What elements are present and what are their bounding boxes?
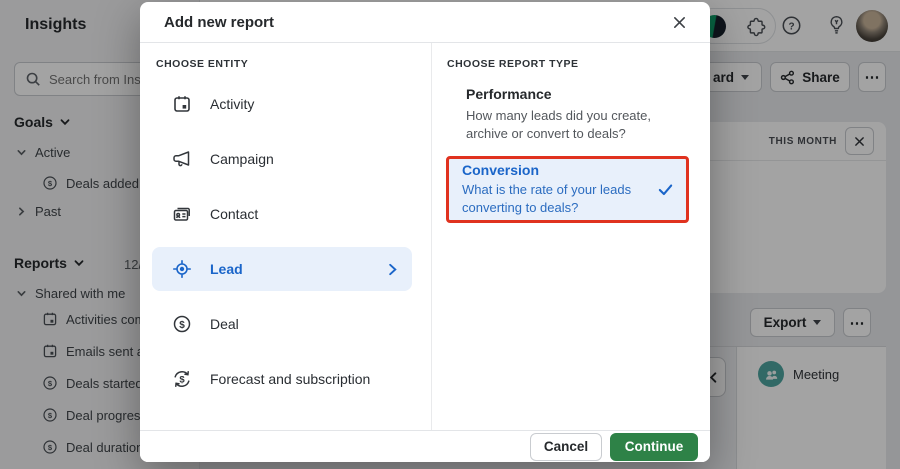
- close-modal-button[interactable]: [666, 9, 692, 35]
- entity-item-campaign[interactable]: Campaign: [152, 137, 412, 181]
- entity-item-activity[interactable]: Activity: [152, 82, 412, 126]
- calendar-icon: [172, 94, 192, 114]
- close-icon: [673, 16, 685, 28]
- megaphone-icon: [172, 149, 192, 169]
- entity-item-lead[interactable]: Lead: [152, 247, 412, 291]
- contact-card-icon: [172, 204, 192, 224]
- entity-header: CHOOSE ENTITY: [156, 58, 249, 70]
- forecast-cycle-icon: $: [172, 369, 192, 389]
- entity-item-forecast[interactable]: $ Forecast and subscription: [152, 357, 412, 401]
- check-icon: [657, 181, 674, 198]
- continue-button[interactable]: Continue: [610, 432, 698, 461]
- report-type-column: CHOOSE REPORT TYPE Performance How many …: [432, 43, 710, 430]
- modal-title: Add new report: [164, 13, 275, 31]
- report-type-performance[interactable]: Performance How many leads did you creat…: [466, 86, 696, 143]
- add-report-modal: Add new report CHOOSE ENTITY Activity Ca…: [140, 2, 710, 462]
- dollar-circle-icon: $: [172, 314, 192, 334]
- insights-page: Insights Goals Active $ Deals added b: [0, 0, 900, 469]
- modal-header: Add new report: [140, 2, 710, 43]
- entity-item-deal[interactable]: $ Deal: [152, 302, 412, 346]
- entity-column: CHOOSE ENTITY Activity Campaign Contact …: [140, 43, 432, 430]
- report-type-header: CHOOSE REPORT TYPE: [447, 58, 579, 70]
- chevron-right-icon: [385, 262, 400, 277]
- report-type-conversion[interactable]: Conversion What is the rate of your lead…: [446, 156, 689, 223]
- lead-target-icon: [172, 259, 192, 279]
- svg-text:$: $: [179, 320, 185, 331]
- cancel-button[interactable]: Cancel: [530, 432, 602, 461]
- modal-footer: Cancel Continue: [140, 430, 710, 462]
- svg-text:$: $: [179, 375, 185, 386]
- entity-item-contact[interactable]: Contact: [152, 192, 412, 236]
